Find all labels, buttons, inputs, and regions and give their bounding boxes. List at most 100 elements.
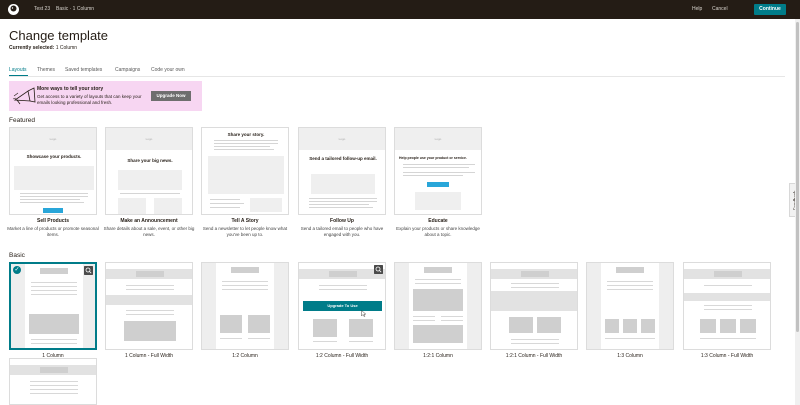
- text-line: [607, 281, 653, 282]
- text-line: [413, 316, 435, 317]
- text-line: [511, 283, 559, 284]
- basic-card-1-2-column-full-width[interactable]: Upgrade To Use: [298, 262, 386, 350]
- template-logo-text: Logo: [145, 137, 153, 141]
- tab-code-your-own[interactable]: Code your own: [151, 67, 185, 73]
- tab-layouts[interactable]: Layouts: [9, 67, 27, 73]
- template-body: [25, 264, 83, 348]
- image-block: [641, 319, 655, 333]
- text-line: [214, 146, 270, 147]
- basic-card-1-2-1-column[interactable]: [394, 262, 482, 350]
- top-bar: Test 23 Basic · 1 Column Help Cancel Con…: [0, 0, 800, 19]
- featured-card-educate[interactable]: Logo Help people use your product or ser…: [394, 127, 482, 215]
- scrollbar-thumb[interactable]: [796, 22, 799, 332]
- breadcrumb-campaign[interactable]: Test 23: [34, 6, 50, 12]
- header-block: [40, 268, 68, 274]
- basic-card-1-3-column[interactable]: [586, 262, 674, 350]
- text-line: [20, 199, 80, 200]
- text-line: [20, 193, 88, 194]
- preview-magnifier-icon[interactable]: [84, 266, 93, 275]
- image-block: [605, 319, 619, 333]
- basic-card-1-2-1-column-full-width[interactable]: [490, 262, 578, 350]
- text-line: [309, 198, 377, 199]
- featured-heading: Featured: [9, 117, 36, 124]
- basic-card-1-3-column-full-width[interactable]: [683, 262, 771, 350]
- featured-card-announcement[interactable]: Logo Share your big news.: [105, 127, 193, 215]
- template-headline: Help people use your product or service.: [399, 156, 467, 160]
- image-placeholder: [208, 156, 284, 194]
- current-selection-label: Currently selected:: [9, 45, 55, 51]
- text-line: [31, 282, 77, 283]
- tab-campaigns[interactable]: Campaigns: [115, 67, 140, 73]
- text-line: [222, 281, 268, 282]
- upgrade-to-use-button[interactable]: Upgrade To Use: [303, 301, 382, 311]
- upgrade-now-button[interactable]: Upgrade Now: [151, 91, 191, 101]
- tab-saved-templates[interactable]: Saved templates: [65, 67, 102, 73]
- cancel-link[interactable]: Cancel: [712, 6, 728, 12]
- header-block: [616, 267, 644, 273]
- selected-check-icon: ✓: [13, 266, 21, 274]
- featured-desc-announcement: Share details about a sale, event, or ot…: [103, 226, 195, 237]
- featured-name-educate: Educate: [428, 218, 448, 224]
- text-line: [403, 167, 469, 168]
- image-block: [124, 321, 176, 341]
- text-line: [704, 285, 752, 286]
- full-width-band: [491, 291, 577, 311]
- basic-card-1-2-column[interactable]: [201, 262, 289, 350]
- featured-desc-sell-products: Market a line of products or promote sea…: [7, 226, 99, 237]
- template-headline: Showcase your products.: [26, 154, 82, 159]
- header-block: [329, 271, 357, 277]
- mailchimp-logo-icon[interactable]: [7, 3, 20, 16]
- template-body: [216, 263, 274, 349]
- text-line: [607, 285, 653, 286]
- image-block: [537, 317, 561, 333]
- header-block: [424, 267, 452, 273]
- header-block: [231, 267, 259, 273]
- text-line: [704, 305, 752, 306]
- preview-magnifier-icon[interactable]: [374, 265, 383, 274]
- image-block: [413, 289, 463, 311]
- basic-card-1-column[interactable]: ✓: [9, 262, 97, 350]
- text-line: [511, 343, 559, 344]
- breadcrumb-section: Basic · 1 Column: [56, 6, 95, 12]
- text-line: [126, 289, 174, 290]
- template-signup-button: [427, 182, 449, 187]
- template-headline: Send a tailored follow-up email.: [309, 156, 377, 161]
- basic-name-1-2-1-column: 1:2:1 Column: [423, 353, 453, 359]
- basic-name-1-2-column: 1:2 Column: [232, 353, 258, 359]
- basic-card-1-column-full-width[interactable]: [105, 262, 193, 350]
- basic-name-1-2-1-column-full-width: 1:2:1 Column - Full Width: [505, 353, 563, 359]
- image-block: [720, 319, 736, 333]
- template-logo-text: Logo: [49, 137, 57, 141]
- featured-card-sell-products[interactable]: Logo Showcase your products.: [9, 127, 97, 215]
- basic-card-next-row[interactable]: [9, 358, 97, 405]
- basic-name-1-column-full-width: 1 Column - Full Width: [124, 353, 174, 359]
- image-placeholder: [311, 174, 375, 194]
- featured-name-announcement: Make an Announcement: [120, 218, 178, 224]
- text-line: [309, 207, 373, 208]
- text-line: [511, 287, 559, 288]
- megaphone-illustration-icon: [12, 87, 36, 105]
- help-link[interactable]: Help: [692, 6, 702, 12]
- featured-card-follow-up[interactable]: Logo Send a tailored follow-up email.: [298, 127, 386, 215]
- tab-themes[interactable]: Themes: [37, 67, 55, 73]
- text-line: [403, 172, 475, 173]
- featured-name-sell-products: Sell Products: [37, 218, 69, 224]
- featured-card-tell-a-story[interactable]: Share your story.: [201, 127, 289, 215]
- text-line: [605, 338, 655, 339]
- text-line: [415, 283, 461, 284]
- text-line: [704, 309, 752, 310]
- text-line: [30, 385, 78, 386]
- text-line: [214, 143, 278, 144]
- text-line: [126, 285, 174, 286]
- full-width-band: [106, 295, 192, 305]
- template-body: [601, 263, 659, 349]
- featured-name-tell-a-story: Tell A Story: [231, 218, 259, 224]
- image-placeholder: [118, 170, 182, 190]
- image-block: [700, 319, 716, 333]
- featured-name-follow-up: Follow Up: [330, 218, 354, 224]
- image-block: [623, 319, 637, 333]
- featured-desc-educate: Explain your products or share knowledge…: [396, 226, 480, 237]
- continue-button[interactable]: Continue: [754, 4, 786, 15]
- header-block: [40, 367, 68, 373]
- image-block: [313, 319, 337, 337]
